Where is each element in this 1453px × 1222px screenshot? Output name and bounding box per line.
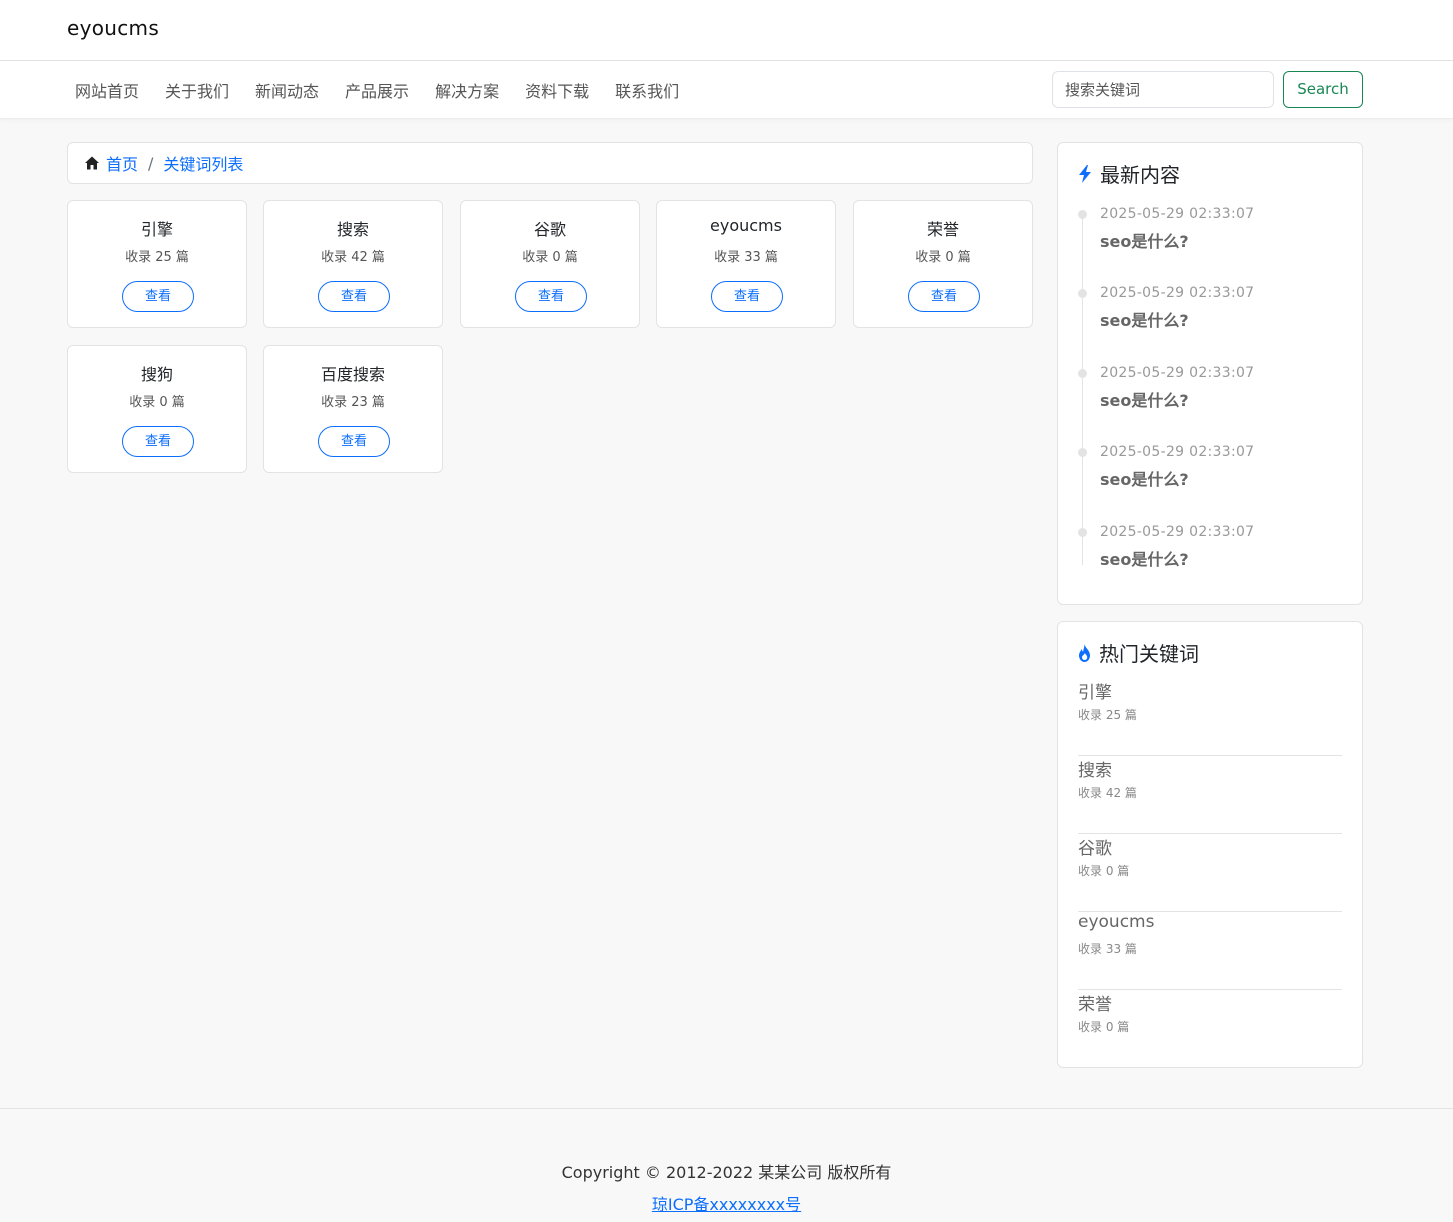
home-icon: [85, 156, 99, 170]
hot-keyword-item[interactable]: 引擎 收录 25 篇: [1078, 678, 1342, 756]
breadcrumb-current-link[interactable]: 关键词列表: [163, 151, 243, 175]
keyword-card: 搜狗 收录 0 篇 查看: [67, 345, 247, 473]
timeline-article-link[interactable]: seo是什么?: [1100, 307, 1189, 331]
hot-keywords-panel: 热门关键词 引擎 收录 25 篇 搜索 收录 42 篇 谷歌 收录 0 篇 ey…: [1057, 621, 1363, 1068]
timeline-date: 2025-05-29 02:33:07: [1100, 285, 1255, 301]
breadcrumb-separator: /: [148, 153, 154, 173]
timeline-date: 2025-05-29 02:33:07: [1100, 365, 1255, 381]
timeline-article-link[interactable]: seo是什么?: [1100, 546, 1189, 570]
view-button[interactable]: 查看: [318, 281, 390, 312]
hot-keyword-name[interactable]: eyoucms: [1078, 912, 1154, 932]
nav-item-solutions[interactable]: 解决方案: [422, 78, 512, 102]
keyword-count: 收录 23 篇: [321, 395, 385, 410]
keyword-card: 引擎 收录 25 篇 查看: [67, 200, 247, 328]
hot-keyword-count: 收录 0 篇: [1078, 864, 1130, 878]
timeline-item: 2025-05-29 02:33:07 seo是什么?: [1078, 365, 1348, 415]
hot-keyword-count: 收录 0 篇: [1078, 1020, 1130, 1034]
nav-item-about[interactable]: 关于我们: [152, 78, 242, 102]
timeline-item: 2025-05-29 02:33:07 seo是什么?: [1078, 206, 1348, 256]
breadcrumb-home-link[interactable]: 首页: [106, 151, 138, 175]
keyword-title: eyoucms: [710, 216, 782, 235]
timeline-article-link[interactable]: seo是什么?: [1100, 228, 1189, 252]
lightning-icon: [1079, 164, 1091, 183]
keyword-card: 搜索 收录 42 篇 查看: [263, 200, 443, 328]
keyword-title: 百度搜索: [320, 365, 385, 384]
view-button[interactable]: 查看: [122, 281, 194, 312]
hot-panel-title: 热门关键词: [1099, 642, 1199, 666]
timeline-dot: [1078, 369, 1087, 378]
breadcrumb: 首页 / 关键词列表: [67, 142, 1033, 184]
hot-keyword-count: 收录 25 篇: [1078, 708, 1137, 722]
main-navbar: 网站首页 关于我们 新闻动态 产品展示 解决方案 资料下载 联系我们 Searc…: [0, 61, 1453, 119]
nav-item-news[interactable]: 新闻动态: [242, 78, 332, 102]
view-button[interactable]: 查看: [908, 281, 980, 312]
keyword-count: 收录 0 篇: [522, 250, 578, 265]
timeline-dot: [1078, 289, 1087, 298]
timeline-date: 2025-05-29 02:33:07: [1100, 444, 1255, 460]
hot-keyword-item[interactable]: eyoucms 收录 33 篇: [1078, 912, 1342, 990]
latest-panel-title: 最新内容: [1100, 163, 1180, 187]
hot-keyword-item[interactable]: 荣誉 收录 0 篇: [1078, 990, 1342, 1068]
hot-keyword-item[interactable]: 搜索 收录 42 篇: [1078, 756, 1342, 834]
timeline-article-link[interactable]: seo是什么?: [1100, 387, 1189, 411]
keyword-title: 引擎: [140, 220, 173, 239]
keyword-count: 收录 0 篇: [915, 250, 971, 265]
copyright-text: Copyright © 2012-2022 某某公司 版权所有: [561, 1163, 892, 1182]
hot-keyword-name[interactable]: 引擎: [1078, 678, 1112, 703]
keyword-title: 荣誉: [926, 220, 959, 239]
top-header: eyoucms: [0, 0, 1453, 61]
site-brand[interactable]: eyoucms: [67, 16, 159, 40]
keyword-count: 收录 0 篇: [129, 395, 185, 410]
nav-item-home[interactable]: 网站首页: [62, 78, 152, 102]
keyword-count: 收录 25 篇: [125, 250, 189, 265]
keyword-count: 收录 42 篇: [321, 250, 385, 265]
fire-icon: [1079, 643, 1090, 662]
hot-keyword-name[interactable]: 搜索: [1078, 756, 1112, 781]
keyword-card: eyoucms 收录 33 篇 查看: [656, 200, 836, 328]
view-button[interactable]: 查看: [318, 426, 390, 457]
view-button[interactable]: 查看: [122, 426, 194, 457]
icp-link[interactable]: 琼ICP备xxxxxxxx号: [652, 1195, 801, 1214]
keyword-count: 收录 33 篇: [714, 250, 778, 265]
hot-keyword-name[interactable]: 谷歌: [1078, 834, 1112, 859]
keyword-title: 搜索: [336, 220, 369, 239]
hot-keyword-name[interactable]: 荣誉: [1078, 990, 1112, 1015]
hot-keyword-item[interactable]: 谷歌 收录 0 篇: [1078, 834, 1342, 912]
timeline-dot: [1078, 448, 1087, 457]
keyword-title: 谷歌: [533, 220, 566, 239]
timeline-dot: [1078, 210, 1087, 219]
keyword-card: 百度搜索 收录 23 篇 查看: [263, 345, 443, 473]
nav-menu: 网站首页 关于我们 新闻动态 产品展示 解决方案 资料下载 联系我们: [62, 61, 692, 119]
timeline-dot: [1078, 528, 1087, 537]
hot-keyword-count: 收录 33 篇: [1078, 942, 1137, 956]
view-button[interactable]: 查看: [711, 281, 783, 312]
timeline-date: 2025-05-29 02:33:07: [1100, 524, 1255, 540]
timeline-item: 2025-05-29 02:33:07 seo是什么?: [1078, 524, 1348, 574]
timeline-item: 2025-05-29 02:33:07 seo是什么?: [1078, 285, 1348, 335]
view-button[interactable]: 查看: [515, 281, 587, 312]
search-input[interactable]: [1052, 71, 1274, 108]
latest-content-panel: 最新内容 2025-05-29 02:33:07 seo是什么? 2025-05…: [1057, 142, 1363, 605]
site-footer: Copyright © 2012-2022 某某公司 版权所有 琼ICP备xxx…: [0, 1108, 1453, 1222]
keyword-title: 搜狗: [140, 365, 173, 384]
nav-item-contact[interactable]: 联系我们: [602, 78, 692, 102]
timeline-item: 2025-05-29 02:33:07 seo是什么?: [1078, 444, 1348, 494]
nav-item-downloads[interactable]: 资料下载: [512, 78, 602, 102]
nav-item-products[interactable]: 产品展示: [332, 78, 422, 102]
timeline-date: 2025-05-29 02:33:07: [1100, 206, 1255, 222]
search-button[interactable]: Search: [1283, 71, 1363, 108]
timeline-article-link[interactable]: seo是什么?: [1100, 466, 1189, 490]
keyword-card: 谷歌 收录 0 篇 查看: [460, 200, 640, 328]
keyword-card: 荣誉 收录 0 篇 查看: [853, 200, 1033, 328]
hot-keyword-count: 收录 42 篇: [1078, 786, 1137, 800]
